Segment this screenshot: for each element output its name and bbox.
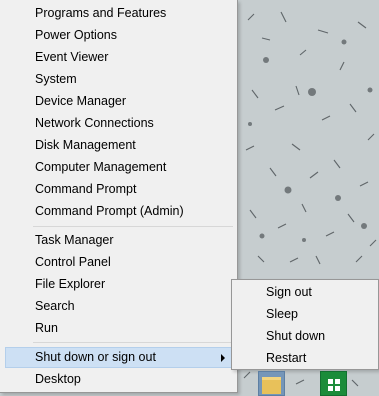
folder-icon: [262, 377, 281, 394]
menu-item-programs-and-features[interactable]: Programs and Features: [5, 3, 233, 24]
windows-logo-icon: [328, 379, 340, 391]
menu-item-command-prompt-admin[interactable]: Command Prompt (Admin): [5, 201, 233, 222]
shutdown-submenu: Sign out Sleep Shut down Restart: [231, 279, 379, 370]
menu-item-file-explorer[interactable]: File Explorer: [5, 274, 233, 295]
submenu-item-restart[interactable]: Restart: [236, 348, 374, 369]
menu-item-event-viewer[interactable]: Event Viewer: [5, 47, 233, 68]
submenu-item-shut-down[interactable]: Shut down: [236, 326, 374, 347]
menu-item-control-panel[interactable]: Control Panel: [5, 252, 233, 273]
menu-separator: [33, 226, 233, 227]
menu-item-desktop[interactable]: Desktop: [5, 369, 233, 390]
menu-item-computer-management[interactable]: Computer Management: [5, 157, 233, 178]
store-icon[interactable]: [320, 371, 347, 396]
menu-item-network-connections[interactable]: Network Connections: [5, 113, 233, 134]
menu-item-system[interactable]: System: [5, 69, 233, 90]
menu-item-power-options[interactable]: Power Options: [5, 25, 233, 46]
file-explorer-icon[interactable]: [258, 371, 285, 396]
quick-link-menu: Programs and Features Power Options Even…: [0, 0, 238, 393]
menu-item-task-manager[interactable]: Task Manager: [5, 230, 233, 251]
menu-item-search[interactable]: Search: [5, 296, 233, 317]
menu-item-label: Shut down or sign out: [35, 350, 156, 364]
desktop-screen: Programs and Features Power Options Even…: [0, 0, 379, 396]
menu-item-disk-management[interactable]: Disk Management: [5, 135, 233, 156]
submenu-item-sign-out[interactable]: Sign out: [236, 282, 374, 303]
menu-separator: [33, 342, 233, 343]
menu-item-device-manager[interactable]: Device Manager: [5, 91, 233, 112]
menu-item-run[interactable]: Run: [5, 318, 233, 339]
menu-item-command-prompt[interactable]: Command Prompt: [5, 179, 233, 200]
menu-item-shut-down-or-sign-out[interactable]: Shut down or sign out: [5, 347, 233, 368]
submenu-item-sleep[interactable]: Sleep: [236, 304, 374, 325]
submenu-arrow-icon: [221, 354, 225, 362]
